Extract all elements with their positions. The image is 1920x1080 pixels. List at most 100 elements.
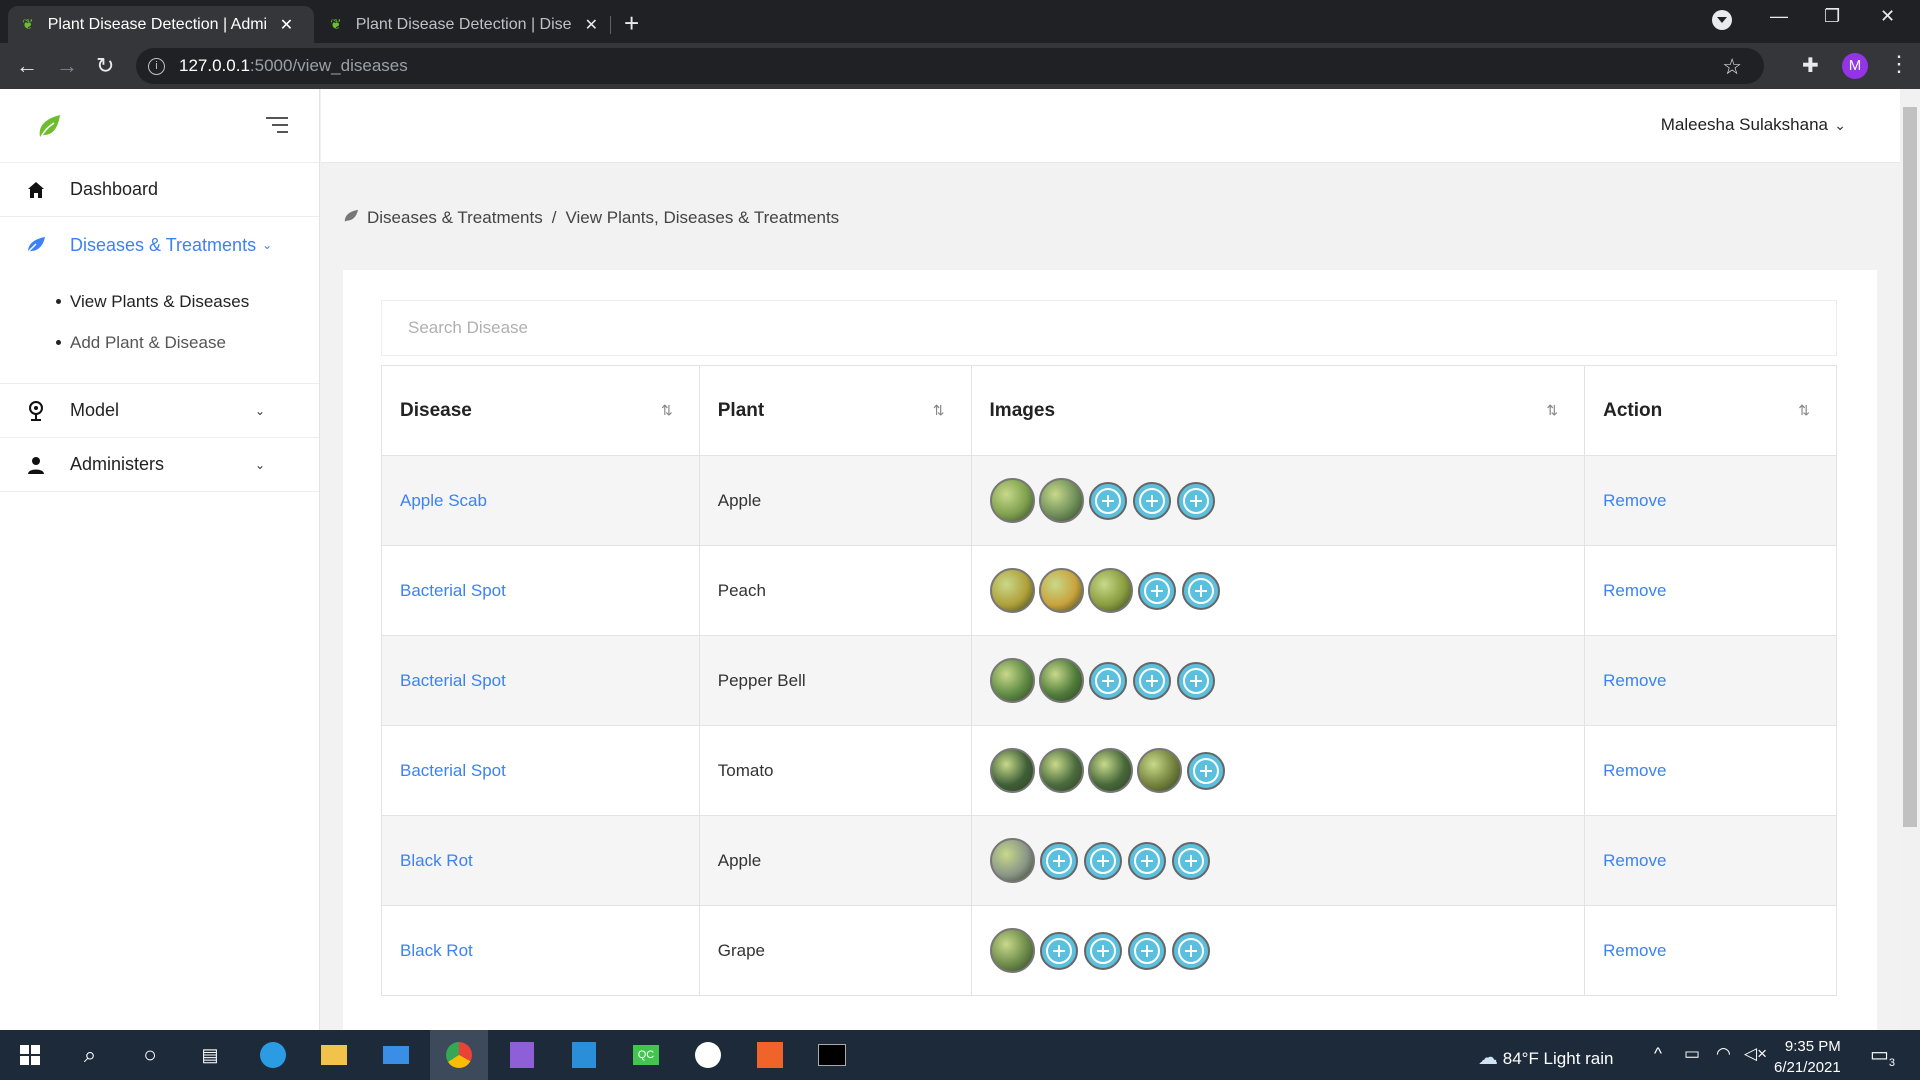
disease-image-thumbnail[interactable] xyxy=(989,658,1035,703)
sort-icon[interactable]: ⇅ xyxy=(933,402,945,419)
disease-link[interactable]: Bacterial Spot xyxy=(400,671,506,690)
weather-widget[interactable]: ☁ 84°F Light rain xyxy=(1478,1045,1613,1070)
profile-avatar[interactable]: M xyxy=(1842,53,1868,79)
extensions-icon[interactable]: ✚ xyxy=(1802,53,1819,78)
windows-start-icon[interactable] xyxy=(14,1039,46,1071)
close-window-icon[interactable]: ✕ xyxy=(1880,6,1895,27)
disease-link[interactable]: Apple Scab xyxy=(400,491,487,510)
close-tab-icon[interactable]: ✕ xyxy=(585,15,598,35)
sort-icon[interactable]: ⇅ xyxy=(1798,402,1810,419)
breadcrumb-section[interactable]: Diseases & Treatments xyxy=(367,208,543,228)
column-header-plant[interactable]: Plant ⇅ xyxy=(698,365,972,456)
task-view-icon[interactable]: ▤ xyxy=(194,1039,226,1071)
disease-image-thumbnail[interactable] xyxy=(989,748,1035,793)
disease-image-thumbnail[interactable] xyxy=(1087,568,1133,613)
bookmark-star-icon[interactable]: ☆ xyxy=(1722,54,1742,80)
add-image-icon[interactable] xyxy=(1171,841,1210,880)
add-image-icon[interactable] xyxy=(1137,571,1176,610)
remove-link[interactable]: Remove xyxy=(1603,491,1666,510)
add-image-icon[interactable] xyxy=(1088,481,1127,520)
disease-image-thumbnail[interactable] xyxy=(1136,748,1182,793)
add-image-icon[interactable] xyxy=(1039,841,1078,880)
search-icon[interactable]: ⌕ xyxy=(74,1039,106,1071)
disease-link[interactable]: Bacterial Spot xyxy=(400,581,506,600)
disease-image-thumbnail[interactable] xyxy=(1038,568,1084,613)
file-explorer-icon[interactable] xyxy=(318,1039,350,1071)
app-icon[interactable] xyxy=(692,1039,724,1071)
add-image-icon[interactable] xyxy=(1186,751,1225,790)
add-image-icon[interactable] xyxy=(1132,661,1171,700)
sidebar-item-model[interactable]: Model ⌄ xyxy=(0,384,319,438)
disease-image-thumbnail[interactable] xyxy=(989,928,1035,973)
system-clock[interactable]: 9:35 PM 6/21/2021 xyxy=(1774,1036,1841,1078)
column-header-images[interactable]: Images ⇅ xyxy=(970,365,1586,456)
column-header-disease[interactable]: Disease ⇅ xyxy=(381,365,700,456)
remove-link[interactable]: Remove xyxy=(1603,671,1666,690)
add-image-icon[interactable] xyxy=(1171,931,1210,970)
wifi-icon[interactable]: ◠ xyxy=(1716,1044,1731,1064)
browser-tab-admin[interactable]: ❦ Plant Disease Detection | Admin D ✕ xyxy=(8,6,314,43)
disease-link[interactable]: Black Rot xyxy=(400,941,473,960)
vscode-icon[interactable] xyxy=(568,1039,600,1071)
search-input[interactable]: Search Disease xyxy=(381,300,1837,356)
add-image-icon[interactable] xyxy=(1176,661,1215,700)
page-scrollbar[interactable] xyxy=(1900,89,1920,1030)
remove-link[interactable]: Remove xyxy=(1603,761,1666,780)
disease-image-thumbnail[interactable] xyxy=(989,568,1035,613)
submenu-view-plants-diseases[interactable]: View Plants & Diseases xyxy=(56,281,319,322)
sidebar-item-diseases[interactable]: Diseases & Treatments ⌄ xyxy=(0,217,319,273)
chrome-icon[interactable] xyxy=(430,1030,488,1080)
user-menu[interactable]: Maleesha Sulakshana xyxy=(1661,115,1828,135)
back-icon[interactable]: ← xyxy=(16,53,38,79)
add-image-icon[interactable] xyxy=(1181,571,1220,610)
disease-image-thumbnail[interactable] xyxy=(1038,478,1084,523)
notifications-icon[interactable]: ▭3 xyxy=(1870,1042,1895,1069)
column-header-action[interactable]: Action ⇅ xyxy=(1584,365,1837,456)
sort-icon[interactable]: ⇅ xyxy=(661,402,673,419)
remove-link[interactable]: Remove xyxy=(1603,581,1666,600)
browser-tab-disease[interactable]: ❦ Plant Disease Detection | Disease ✕ xyxy=(316,6,612,43)
disease-link[interactable]: Bacterial Spot xyxy=(400,761,506,780)
qt-creator-icon[interactable]: QC xyxy=(630,1039,662,1071)
add-image-icon[interactable] xyxy=(1083,931,1122,970)
add-image-icon[interactable] xyxy=(1176,481,1215,520)
disease-image-thumbnail[interactable] xyxy=(989,478,1035,523)
sidebar-item-dashboard[interactable]: Dashboard xyxy=(0,163,319,217)
forward-icon[interactable]: → xyxy=(56,53,78,79)
mail-icon[interactable] xyxy=(380,1039,412,1071)
close-tab-icon[interactable]: ✕ xyxy=(280,15,293,35)
new-tab-button[interactable]: + xyxy=(624,8,639,39)
remove-link[interactable]: Remove xyxy=(1603,851,1666,870)
tab-search-icon[interactable] xyxy=(1712,10,1732,30)
visual-studio-icon[interactable] xyxy=(506,1039,538,1071)
browser-menu-icon[interactable]: ⋮ xyxy=(1888,51,1910,77)
disease-image-thumbnail[interactable] xyxy=(1087,748,1133,793)
add-image-icon[interactable] xyxy=(1039,931,1078,970)
edge-icon[interactable] xyxy=(257,1039,289,1071)
reload-icon[interactable]: ↻ xyxy=(96,53,114,79)
site-info-icon[interactable]: i xyxy=(148,57,165,75)
add-image-icon[interactable] xyxy=(1132,481,1171,520)
terminal-icon[interactable] xyxy=(816,1039,848,1071)
xampp-icon[interactable] xyxy=(754,1039,786,1071)
sort-icon[interactable]: ⇅ xyxy=(1546,402,1558,419)
disease-image-thumbnail[interactable] xyxy=(989,838,1035,883)
remove-link[interactable]: Remove xyxy=(1603,941,1666,960)
chevron-down-icon[interactable]: ⌄ xyxy=(1834,117,1846,134)
minimize-icon[interactable]: — xyxy=(1770,6,1788,27)
add-image-icon[interactable] xyxy=(1127,841,1166,880)
battery-icon[interactable]: ▭ xyxy=(1684,1044,1700,1064)
leaf-logo-icon[interactable] xyxy=(36,111,64,141)
show-hidden-icons-icon[interactable]: ^ xyxy=(1654,1044,1662,1064)
disease-image-thumbnail[interactable] xyxy=(1038,658,1084,703)
menu-toggle-icon[interactable] xyxy=(266,117,288,138)
cortana-icon[interactable]: ○ xyxy=(134,1039,166,1071)
submenu-add-plant-disease[interactable]: Add Plant & Disease xyxy=(56,322,319,363)
volume-muted-icon[interactable]: ◁× xyxy=(1744,1044,1767,1064)
scrollbar-thumb[interactable] xyxy=(1903,107,1917,827)
add-image-icon[interactable] xyxy=(1083,841,1122,880)
disease-image-thumbnail[interactable] xyxy=(1038,748,1084,793)
disease-link[interactable]: Black Rot xyxy=(400,851,473,870)
add-image-icon[interactable] xyxy=(1088,661,1127,700)
restore-icon[interactable]: ❐ xyxy=(1824,6,1840,27)
